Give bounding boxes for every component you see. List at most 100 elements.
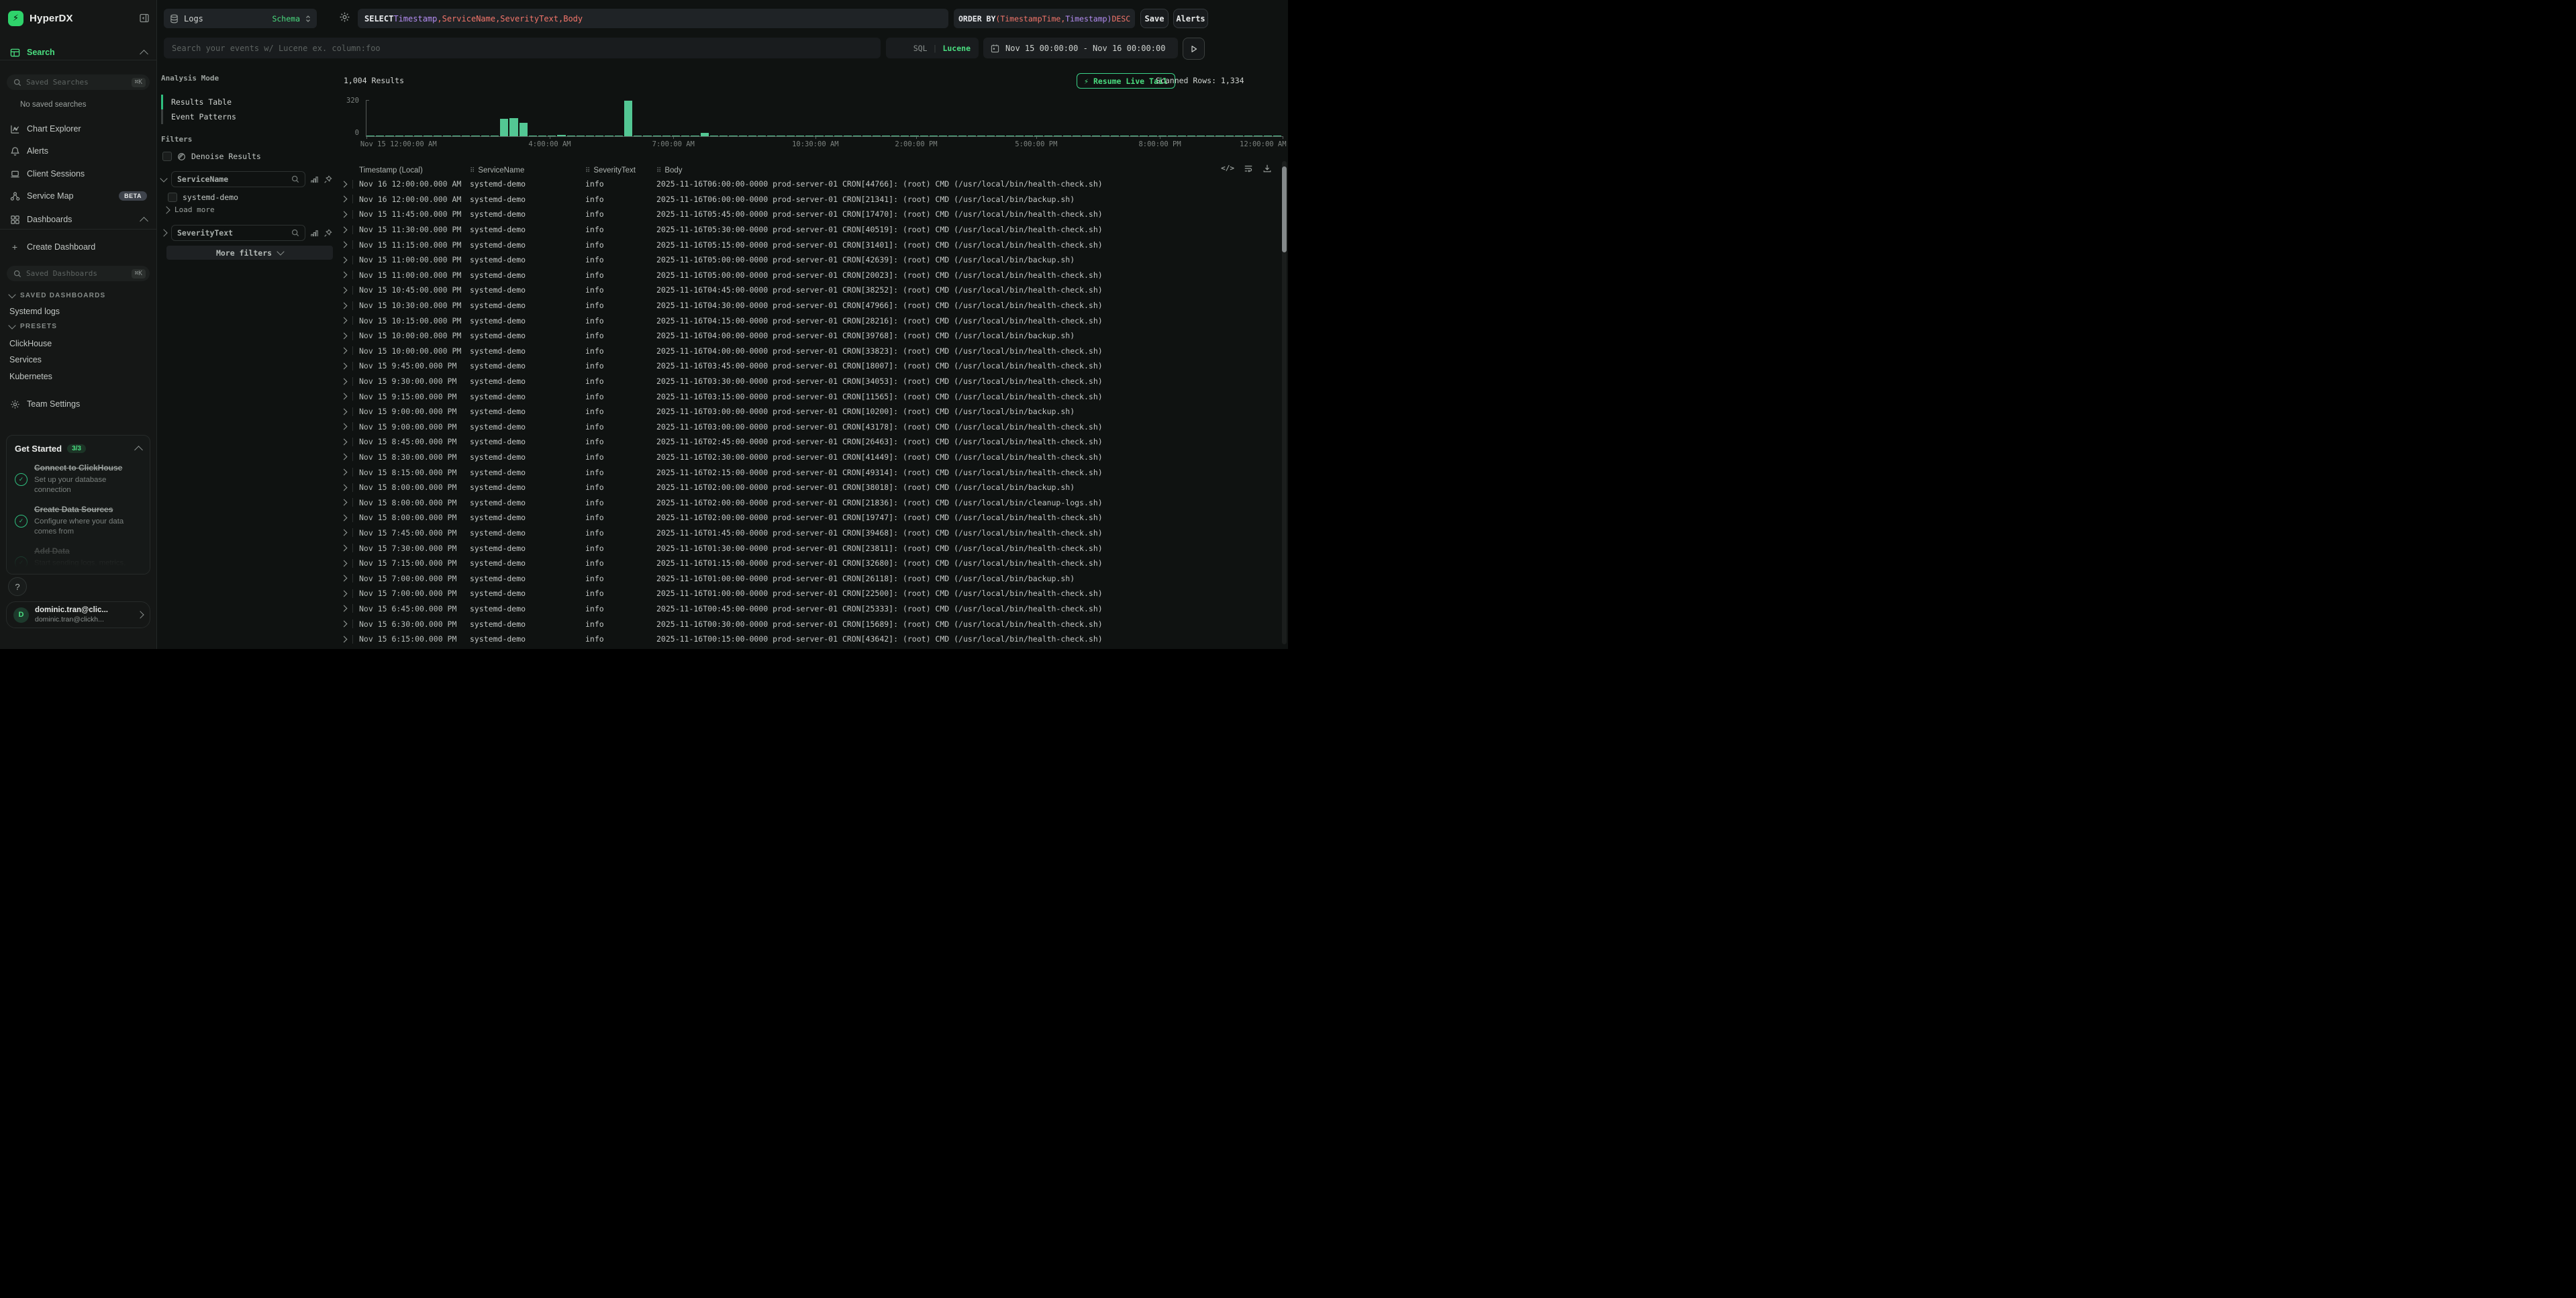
scrollbar-thumb[interactable] [1282,166,1287,252]
expand-chevron-icon[interactable] [341,423,348,430]
expand-chevron-icon[interactable] [341,242,348,248]
get-started-item[interactable]: ✓ Add Data Start sending logs, metrics, … [15,546,142,575]
sidebar-item-client-sessions[interactable]: Client Sessions [0,165,156,183]
sidebar-item-alerts[interactable]: Alerts [0,142,156,160]
table-row[interactable]: Nov 15 11:15:00.000 PMsystemd-demoinfo20… [339,237,1279,252]
sidebar-item-systemd-logs[interactable]: Systemd logs [9,307,60,316]
table-row[interactable]: Nov 15 9:30:00.000 PMsystemd-demoinfo202… [339,374,1279,389]
denoise-results-checkbox[interactable]: Denoise Results [162,152,261,161]
table-row[interactable]: Nov 15 7:45:00.000 PMsystemd-demoinfo202… [339,526,1279,541]
saved-dashboards-section[interactable]: SAVED DASHBOARDS [9,292,150,299]
presets-section[interactable]: PRESETS [9,323,150,330]
expand-chevron-icon[interactable] [341,499,348,506]
order-by-input[interactable]: ORDER BY (TimestampTime, Timestamp) DESC [954,9,1135,28]
column-header-body[interactable]: ⠿Body [656,166,1248,174]
create-dashboard-button[interactable]: + Create Dashboard [0,238,156,256]
drag-handle-icon[interactable]: ⠿ [585,167,590,174]
table-row[interactable]: Nov 15 7:00:00.000 PMsystemd-demoinfo202… [339,570,1279,586]
mode-event-patterns[interactable]: Event Patterns [161,109,295,124]
expand-chevron-icon[interactable] [341,211,348,218]
table-row[interactable]: Nov 15 7:00:00.000 PMsystemd-demoinfo202… [339,586,1279,601]
table-row[interactable]: Nov 15 7:30:00.000 PMsystemd-demoinfo202… [339,540,1279,556]
load-more-button[interactable]: Load more [164,205,215,214]
expand-chevron-icon[interactable] [341,302,348,309]
expand-chevron-icon[interactable] [341,378,348,385]
table-row[interactable]: Nov 15 10:15:00.000 PMsystemd-demoinfo20… [339,313,1279,328]
more-filters-button[interactable]: More filters [166,246,333,260]
expand-chevron-icon[interactable] [341,332,348,339]
pin-icon[interactable] [324,175,332,184]
filter-field-box[interactable]: SeverityText [171,225,305,241]
expand-chevron-icon[interactable] [341,393,348,400]
table-row[interactable]: Nov 15 6:30:00.000 PMsystemd-demoinfo202… [339,616,1279,632]
table-row[interactable]: Nov 15 8:00:00.000 PMsystemd-demoinfo202… [339,510,1279,526]
filter-field-box[interactable]: ServiceName [171,171,305,187]
chevron-down-icon[interactable] [160,174,167,182]
expand-chevron-icon[interactable] [341,181,348,187]
expand-chevron-icon[interactable] [341,545,348,552]
histogram-bar[interactable] [519,123,528,136]
lucene-toggle[interactable]: Lucene [942,44,971,53]
histogram-bar[interactable] [500,119,508,136]
column-header-severitytext[interactable]: ⠿SeverityText [585,166,656,174]
alerts-button[interactable]: Alerts [1173,9,1208,28]
histogram-bar[interactable] [509,118,517,136]
text-wrap-icon[interactable] [1244,164,1253,173]
table-row[interactable]: Nov 15 7:15:00.000 PMsystemd-demoinfo202… [339,556,1279,571]
expand-chevron-icon[interactable] [341,621,348,628]
sidebar-item-search[interactable]: Search [0,44,156,61]
sidebar-item-kubernetes[interactable]: Kubernetes [9,372,52,381]
filter-value-systemd-demo[interactable]: systemd-demo [168,193,238,202]
table-row[interactable]: Nov 15 9:15:00.000 PMsystemd-demoinfo202… [339,389,1279,404]
table-row[interactable]: Nov 16 12:00:00.000 AMsystemd-demoinfo20… [339,177,1279,192]
select-columns-input[interactable]: SELECT Timestamp,ServiceName,SeverityTex… [358,9,948,28]
expand-chevron-icon[interactable] [341,408,348,415]
expand-chevron-icon[interactable] [341,272,348,279]
sidebar-item-services[interactable]: Services [9,355,42,364]
table-row[interactable]: Nov 15 10:00:00.000 PMsystemd-demoinfo20… [339,344,1279,359]
expand-chevron-icon[interactable] [341,348,348,354]
expand-chevron-icon[interactable] [341,575,348,582]
settings-gear-icon[interactable] [339,11,350,23]
chart-icon[interactable] [310,229,319,238]
code-view-icon[interactable]: </> [1221,164,1234,173]
table-row[interactable]: Nov 15 6:45:00.000 PMsystemd-demoinfo202… [339,601,1279,617]
histogram-bar[interactable] [557,135,565,136]
column-header-timestamp[interactable]: Timestamp (Local) [339,166,470,174]
table-row[interactable]: Nov 15 9:00:00.000 PMsystemd-demoinfo202… [339,404,1279,419]
sql-toggle[interactable]: SQL [913,44,928,53]
expand-chevron-icon[interactable] [341,590,348,597]
saved-searches-input[interactable]: Saved Searches ⌘K [7,74,150,90]
expand-chevron-icon[interactable] [341,196,348,203]
table-row[interactable]: Nov 15 8:00:00.000 PMsystemd-demoinfo202… [339,495,1279,510]
table-row[interactable]: Nov 15 6:15:00.000 PMsystemd-demoinfo202… [339,632,1279,647]
expand-chevron-icon[interactable] [341,287,348,294]
download-icon[interactable] [1262,164,1272,173]
expand-chevron-icon[interactable] [341,530,348,536]
chart-icon[interactable] [310,175,319,184]
expand-chevron-icon[interactable] [341,362,348,369]
table-row[interactable]: Nov 15 10:30:00.000 PMsystemd-demoinfo20… [339,298,1279,313]
table-row[interactable]: Nov 15 11:45:00.000 PMsystemd-demoinfo20… [339,207,1279,222]
table-row[interactable]: Nov 15 8:45:00.000 PMsystemd-demoinfo202… [339,434,1279,450]
get-started-item[interactable]: ✓ Create Data Sources Configure where yo… [15,505,142,537]
query-language-toggle[interactable]: SQL | Lucene [886,38,979,58]
expand-chevron-icon[interactable] [341,560,348,566]
checkbox[interactable] [162,152,172,161]
table-row[interactable]: Nov 15 9:45:00.000 PMsystemd-demoinfo202… [339,358,1279,374]
mode-results-table[interactable]: Results Table [161,95,295,109]
expand-chevron-icon[interactable] [341,226,348,233]
expand-chevron-icon[interactable] [341,256,348,263]
user-account-card[interactable]: D dominic.tran@clic... dominic.tran@clic… [6,601,150,628]
column-header-servicename[interactable]: ⠿ServiceName [470,166,585,174]
table-row[interactable]: Nov 15 8:30:00.000 PMsystemd-demoinfo202… [339,450,1279,465]
source-selector[interactable]: Logs Schema [164,9,317,28]
get-started-item[interactable]: ✓ Connect to ClickHouse Set up your data… [15,463,142,495]
expand-chevron-icon[interactable] [341,438,348,445]
table-row[interactable]: Nov 15 10:00:00.000 PMsystemd-demoinfo20… [339,328,1279,344]
search-icon[interactable] [291,229,299,237]
saved-dashboards-input[interactable]: Saved Dashboards ⌘K [7,266,150,281]
expand-chevron-icon[interactable] [341,484,348,491]
event-histogram[interactable]: Nov 15 12:00:00 AM4:00:00 AM7:00:00 AM10… [366,100,1283,137]
table-row[interactable]: Nov 16 12:00:00.000 AMsystemd-demoinfo20… [339,192,1279,207]
